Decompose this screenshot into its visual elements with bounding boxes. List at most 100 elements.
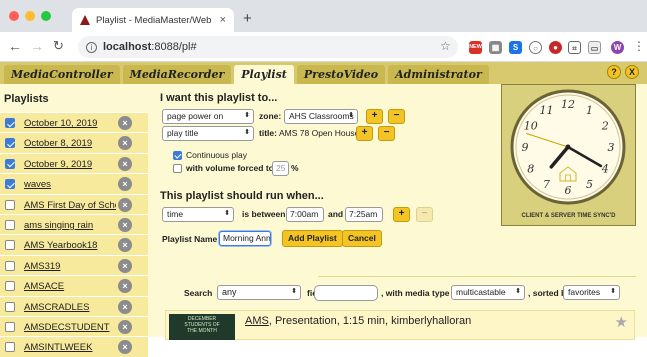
close-app-button[interactable]: X bbox=[625, 65, 639, 79]
reload-icon[interactable]: ↻ bbox=[53, 38, 64, 54]
volume-forced-checkbox[interactable] bbox=[173, 164, 182, 173]
condition-add-button[interactable]: + bbox=[393, 207, 410, 222]
close-window-button[interactable] bbox=[9, 11, 19, 21]
result-description: AMS, Presentation, 1:15 min, kimberlyhal… bbox=[245, 315, 471, 327]
tab-mediarecorder[interactable]: MediaRecorder bbox=[122, 65, 232, 84]
playlist-checkbox[interactable] bbox=[5, 118, 15, 128]
playlist-link[interactable]: October 9, 2019 bbox=[24, 159, 116, 170]
extension-frame-icon[interactable]: ⌗ bbox=[568, 41, 581, 54]
playlist-checkbox[interactable] bbox=[5, 138, 15, 149]
clock-numeral: 5 bbox=[586, 178, 593, 191]
browser-tab[interactable]: Playlist - MediaMaster/Web × bbox=[72, 8, 234, 32]
playlist-item[interactable]: AMSDECSTUDENT × bbox=[0, 315, 148, 337]
browser-menu-icon[interactable]: ⋮ bbox=[633, 39, 645, 53]
playlist-link[interactable]: October 8, 2019 bbox=[24, 138, 116, 149]
playlist-item[interactable]: October 9, 2019 × bbox=[0, 152, 148, 174]
search-result-item[interactable]: DECEMBER STUDENTS OF THE MONTH AMS, Pres… bbox=[165, 310, 635, 340]
remove-playlist-icon[interactable]: × bbox=[118, 156, 132, 171]
action-select-2[interactable]: play title bbox=[162, 126, 254, 141]
playlist-checkbox[interactable] bbox=[5, 321, 15, 332]
playlist-checkbox[interactable] bbox=[5, 240, 15, 251]
address-bar[interactable]: i localhost :8088/pl# bbox=[78, 36, 458, 58]
cancel-button[interactable]: Cancel bbox=[342, 230, 382, 247]
result-link[interactable]: AMS bbox=[245, 315, 269, 327]
playlist-link[interactable]: waves bbox=[24, 179, 116, 190]
site-info-icon[interactable]: i bbox=[86, 41, 97, 53]
tab-administrator[interactable]: Administrator bbox=[388, 65, 489, 84]
extension-s-icon[interactable]: S bbox=[509, 41, 522, 54]
close-tab-icon[interactable]: × bbox=[220, 14, 226, 26]
minimize-window-button[interactable] bbox=[25, 11, 35, 21]
zone-select[interactable]: AHS Classrooms bbox=[284, 109, 358, 124]
extension-circle-icon[interactable]: ○ bbox=[529, 41, 542, 54]
playlist-item[interactable]: AMS319 × bbox=[0, 254, 148, 276]
playlist-item[interactable]: AMS Yearbook18 × bbox=[0, 234, 148, 255]
action-remove-button-2[interactable]: − bbox=[378, 126, 395, 141]
action-add-button-1[interactable]: + bbox=[366, 109, 383, 124]
playlist-item[interactable]: AMSINTLWEEK × bbox=[0, 336, 148, 357]
playlist-item[interactable]: waves × bbox=[0, 173, 148, 194]
playlist-link[interactable]: AMS319 bbox=[24, 261, 116, 272]
new-tab-icon[interactable]: + bbox=[243, 10, 252, 27]
sort-select[interactable]: favorites bbox=[563, 285, 620, 300]
remove-playlist-icon[interactable]: × bbox=[118, 217, 132, 232]
playlist-name-input[interactable]: Morning Annc bbox=[219, 231, 271, 246]
tab-playlist[interactable]: Playlist bbox=[234, 65, 294, 84]
playlist-link[interactable]: ams singing rain bbox=[24, 220, 116, 231]
playlist-link[interactable]: AMS Yearbook18 bbox=[24, 240, 116, 251]
extension-new-icon[interactable]: NEW bbox=[469, 41, 482, 54]
playlist-checkbox[interactable] bbox=[5, 260, 15, 271]
continuous-play-checkbox[interactable] bbox=[173, 151, 182, 160]
playlist-item[interactable]: October 8, 2019 × bbox=[0, 132, 148, 153]
action-select-1[interactable]: page power on bbox=[162, 109, 254, 124]
playlist-checkbox[interactable] bbox=[5, 179, 15, 190]
remove-playlist-icon[interactable]: × bbox=[118, 116, 132, 130]
title-value[interactable]: AMS 78 Open House bbox=[279, 128, 359, 138]
tab-mediacontroller[interactable]: MediaController bbox=[4, 65, 120, 84]
playlist-link[interactable]: AMS First Day of School bbox=[24, 200, 116, 211]
analog-clock: 12 12 3 45 6 78 9 1011 bbox=[510, 89, 626, 205]
add-playlist-button[interactable]: Add Playlist bbox=[282, 230, 343, 247]
end-time-input[interactable]: 7:25am bbox=[345, 207, 383, 222]
extension-shield-icon[interactable]: ● bbox=[549, 41, 562, 54]
remove-playlist-icon[interactable]: × bbox=[118, 136, 132, 151]
remove-playlist-icon[interactable]: × bbox=[118, 238, 132, 253]
remove-playlist-icon[interactable]: × bbox=[118, 177, 132, 192]
playlist-link[interactable]: October 10, 2019 bbox=[24, 118, 116, 129]
extension-grid-icon[interactable]: ▦ bbox=[489, 41, 502, 54]
media-type-select[interactable]: multicastable bbox=[451, 285, 525, 300]
condition-select[interactable]: time bbox=[162, 207, 234, 222]
playlist-checkbox[interactable] bbox=[5, 219, 15, 230]
bookmark-star-icon[interactable]: ☆ bbox=[440, 39, 451, 53]
remove-playlist-icon[interactable]: × bbox=[118, 340, 132, 355]
remove-playlist-icon[interactable]: × bbox=[118, 319, 132, 334]
condition-remove-button[interactable]: − bbox=[416, 207, 433, 222]
browser-tabstrip: Playlist - MediaMaster/Web × + bbox=[0, 0, 647, 32]
playlist-link[interactable]: AMSDECSTUDENT bbox=[24, 322, 116, 333]
browser-toolbar: ← → ↻ i localhost :8088/pl# ☆ NEW ▦ S ○ … bbox=[0, 32, 647, 62]
playlist-link[interactable]: AMSINTLWEEK bbox=[24, 342, 116, 353]
remove-playlist-icon[interactable]: × bbox=[118, 197, 132, 212]
tab-prestovideo[interactable]: PrestoVideo bbox=[296, 65, 386, 84]
help-button[interactable]: ? bbox=[607, 65, 621, 79]
search-scope-select[interactable]: any bbox=[217, 285, 301, 300]
extension-cast-icon[interactable]: ▭ bbox=[588, 41, 601, 54]
result-thumbnail[interactable]: DECEMBER STUDENTS OF THE MONTH bbox=[169, 314, 235, 340]
playlist-item[interactable]: AMS First Day of School× bbox=[0, 193, 148, 214]
favorite-star-icon[interactable]: ★ bbox=[615, 313, 628, 331]
playlist-checkbox[interactable] bbox=[5, 158, 15, 169]
playlist-item[interactable]: October 10, 2019 × bbox=[0, 112, 148, 133]
playlist-item[interactable]: ams singing rain × bbox=[0, 213, 148, 235]
start-time-input[interactable]: 7:00am bbox=[286, 207, 324, 222]
playlist-checkbox[interactable] bbox=[5, 199, 15, 210]
search-input[interactable] bbox=[314, 285, 378, 301]
remove-playlist-icon[interactable]: × bbox=[118, 258, 132, 273]
profile-avatar[interactable]: W bbox=[611, 41, 624, 54]
zoom-window-button[interactable] bbox=[41, 11, 51, 21]
volume-input[interactable]: 25 bbox=[272, 161, 289, 176]
forward-icon[interactable]: → bbox=[30, 38, 44, 54]
back-icon[interactable]: ← bbox=[8, 38, 22, 54]
action-remove-button-1[interactable]: − bbox=[388, 109, 405, 124]
playlist-checkbox[interactable] bbox=[5, 342, 15, 353]
action-add-button-2[interactable]: + bbox=[356, 126, 373, 141]
